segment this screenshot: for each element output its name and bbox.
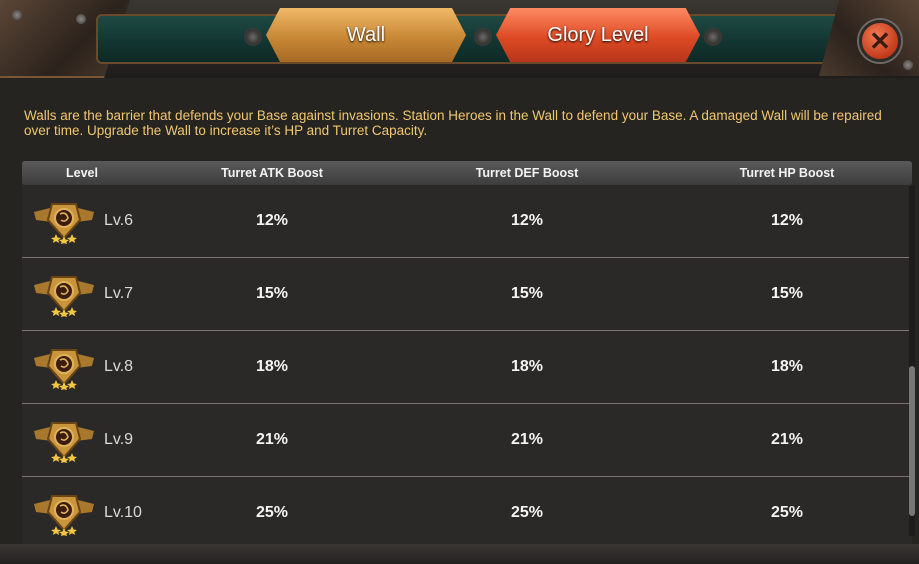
rivet-icon [244, 28, 262, 46]
row-hp-boost: 25% [770, 504, 804, 521]
bolt-icon [12, 10, 22, 20]
row-def-boost: 18% [510, 358, 544, 375]
row-level: Lv.8 [104, 358, 134, 375]
row-atk-boost: 12% [255, 212, 289, 229]
level-badge-icon [34, 203, 94, 244]
rivet-icon [474, 28, 492, 46]
row-hp-boost: 15% [770, 285, 804, 302]
row-level: Lv.9 [104, 431, 134, 448]
row-level: Lv.10 [104, 504, 142, 521]
level-badge-icon [34, 495, 94, 536]
row-atk-boost: 21% [255, 431, 289, 448]
row-hp-boost: 21% [770, 431, 804, 448]
top-bar: Wall Glory Level ✕ [0, 0, 919, 78]
table-row: Lv.10 25% 25% 25% [22, 477, 912, 550]
header-hp-boost: Turret HP Boost [739, 166, 835, 180]
row-hp-boost: 18% [770, 358, 804, 375]
header-def-boost: Turret DEF Boost [475, 166, 579, 180]
row-atk-boost: 15% [255, 285, 289, 302]
row-hp-boost: 12% [770, 212, 804, 229]
row-def-boost: 12% [510, 212, 544, 229]
bolt-icon [76, 14, 86, 24]
tab-wall[interactable]: Wall [266, 8, 466, 62]
tab-glory-level[interactable]: Glory Level [496, 8, 700, 62]
close-button[interactable]: ✕ [859, 20, 901, 62]
level-badge-icon [34, 422, 94, 463]
table-row: Lv.9 21% 21% 21% [22, 404, 912, 477]
row-atk-boost: 25% [255, 504, 289, 521]
table-scrollbar[interactable] [909, 186, 915, 536]
glory-level-table: Level Turret ATK Boost Turret DEF Boost … [22, 161, 912, 550]
row-level: Lv.6 [104, 212, 134, 229]
wall-description: Walls are the barrier that defends your … [24, 108, 882, 138]
frame-bottom [0, 544, 919, 564]
rivet-icon [704, 28, 722, 46]
row-def-boost: 25% [510, 504, 544, 521]
bolt-icon [903, 60, 913, 70]
header-atk-boost: Turret ATK Boost [221, 166, 323, 180]
row-def-boost: 15% [510, 285, 544, 302]
level-badge-icon [34, 349, 94, 390]
row-level: Lv.7 [104, 285, 134, 302]
row-atk-boost: 18% [255, 358, 289, 375]
table-row: Lv.7 15% 15% 15% [22, 258, 912, 331]
close-icon: ✕ [869, 25, 891, 56]
scrollbar-thumb[interactable] [909, 366, 915, 516]
header-level: Level [66, 166, 98, 180]
row-def-boost: 21% [510, 431, 544, 448]
table-row: Lv.8 18% 18% 18% [22, 331, 912, 404]
level-badge-icon [34, 276, 94, 317]
table-body[interactable]: Lv.6 12% 12% 12% Lv.7 15% 15% 15% Lv.8 1… [22, 185, 912, 550]
table-header: Level Turret ATK Boost Turret DEF Boost … [22, 161, 912, 185]
table-row: Lv.6 12% 12% 12% [22, 185, 912, 258]
